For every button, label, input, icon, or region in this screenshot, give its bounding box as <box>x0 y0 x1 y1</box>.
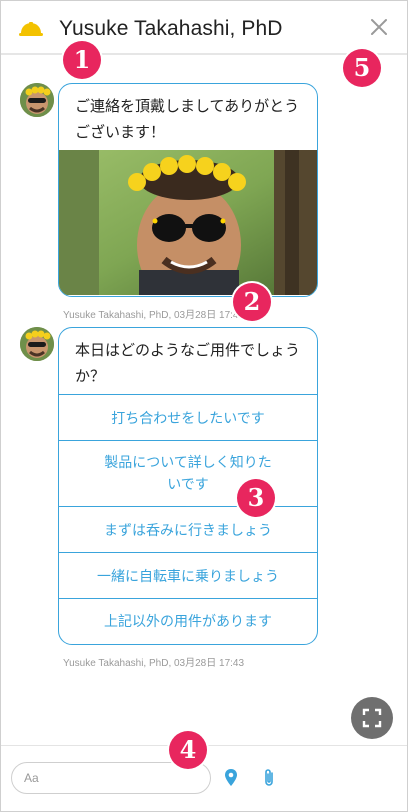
callout-1: 1 <box>63 41 101 79</box>
quick-reply-list: 打ち合わせをしたいです 製品について詳しく知りたいです まずは呑みに行きましょう… <box>59 394 317 644</box>
message-text: ご連絡を頂戴しましてありがとうございます！ <box>75 98 300 141</box>
fullscreen-icon <box>362 708 382 728</box>
callout-3: 3 <box>237 479 275 517</box>
paperclip-icon[interactable] <box>261 768 277 788</box>
message-photo[interactable] <box>59 150 317 295</box>
callout-2: 2 <box>233 283 271 321</box>
message-text: 本日はどのようなご用件でしょうか？ <box>75 342 301 385</box>
quick-reply-option[interactable]: 打ち合わせをしたいです <box>59 394 317 440</box>
message-bubble: ご連絡を頂戴しましてありがとうございます！ <box>58 83 318 297</box>
message-meta: Yusuke Takahashi, PhD, 03月28日 17:43 <box>63 658 245 669</box>
avatar <box>20 83 54 117</box>
chat-window: Yusuke Takahashi, PhD 1 5 2 3 4 ご連絡を頂戴しま… <box>0 0 408 812</box>
avatar <box>20 327 54 361</box>
close-icon[interactable] <box>367 15 391 39</box>
callout-4: 4 <box>169 731 207 769</box>
quick-reply-option[interactable]: まずは呑みに行きましょう <box>59 506 317 552</box>
quick-reply-option[interactable]: 一緒に自転車に乗りましょう <box>59 552 317 598</box>
chat-header: Yusuke Takahashi, PhD <box>1 1 407 55</box>
message-bubble: 本日はどのようなご用件でしょうか？ 打ち合わせをしたいです 製品について詳しく知… <box>58 327 318 645</box>
message-meta: Yusuke Takahashi, PhD, 03月28日 17:43 <box>63 310 245 321</box>
fullscreen-button[interactable] <box>351 697 393 739</box>
quick-reply-option[interactable]: 製品について詳しく知りたいです <box>59 440 317 506</box>
quick-reply-option[interactable]: 上記以外の用件があります <box>59 598 317 644</box>
page-title: Yusuke Takahashi, PhD <box>59 17 283 40</box>
hard-hat-icon <box>19 22 43 36</box>
callout-5: 5 <box>343 49 381 87</box>
location-pin-icon[interactable] <box>223 768 239 788</box>
